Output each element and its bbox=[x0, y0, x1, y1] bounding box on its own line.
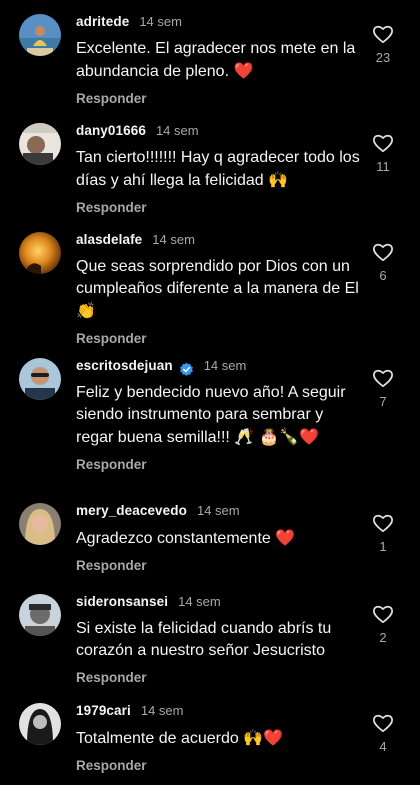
comments-list: adritede 14 sem Excelente. El agradecer … bbox=[0, 0, 420, 785]
avatar[interactable] bbox=[19, 14, 61, 56]
raised-hands-emoji: 🙌 bbox=[268, 170, 289, 189]
comment-username[interactable]: escritosdejuan bbox=[76, 358, 173, 373]
comment-text: Que seas sorprendido por Dios con un cum… bbox=[76, 258, 359, 320]
comment-time: 14 sem bbox=[152, 232, 195, 247]
comment-username[interactable]: adritede bbox=[76, 14, 129, 29]
comment-text: Feliz y bendecido nuevo año! A seguir si… bbox=[76, 384, 346, 446]
avatar[interactable] bbox=[19, 703, 61, 745]
like-count: 2 bbox=[379, 630, 387, 645]
comment-text: Totalmente de acuerdo 🙌❤️ bbox=[76, 728, 284, 747]
comment-time: 14 sem bbox=[203, 358, 247, 373]
like-heart-icon[interactable] bbox=[372, 513, 394, 533]
comment-text: Tan cierto!!!!!!! Hay q agradecer todo l… bbox=[76, 149, 360, 189]
like-count: 6 bbox=[379, 268, 387, 283]
avatar[interactable] bbox=[19, 358, 61, 400]
reply-button[interactable]: Responder bbox=[76, 91, 147, 106]
comment-time: 14 sem bbox=[140, 703, 184, 718]
like-heart-icon[interactable] bbox=[372, 604, 394, 624]
like-count: 4 bbox=[379, 739, 387, 754]
comment-username[interactable]: 1979cari bbox=[76, 703, 131, 718]
reply-button[interactable]: Responder bbox=[76, 331, 147, 346]
like-heart-icon[interactable] bbox=[372, 368, 394, 388]
reply-button[interactable]: Responder bbox=[76, 457, 147, 472]
raised-hands-heart-emoji: 🙌❤️ bbox=[243, 728, 284, 747]
like-count: 23 bbox=[375, 50, 391, 65]
avatar[interactable] bbox=[19, 123, 61, 165]
comment-text: Si existe la felicidad cuando abrís tu c… bbox=[76, 620, 332, 659]
heart-emoji: ❤️ bbox=[233, 61, 254, 80]
like-heart-icon[interactable] bbox=[372, 133, 394, 153]
comment-username[interactable]: dany01666 bbox=[76, 123, 146, 138]
avatar[interactable] bbox=[19, 232, 61, 274]
reply-button[interactable]: Responder bbox=[76, 758, 147, 773]
comment-username[interactable]: alasdelafe bbox=[76, 232, 142, 247]
like-count: 7 bbox=[379, 394, 387, 409]
like-count: 11 bbox=[376, 159, 390, 174]
comment-time: 14 sem bbox=[178, 594, 221, 609]
comment-time: 14 sem bbox=[196, 503, 240, 518]
comment-text: Excelente. El agradecer nos mete en la a… bbox=[76, 40, 356, 80]
reply-button[interactable]: Responder bbox=[76, 670, 147, 685]
comment-username[interactable]: sideronsansei bbox=[76, 594, 168, 609]
comment-time: 14 sem bbox=[139, 14, 182, 29]
like-heart-icon[interactable] bbox=[372, 242, 394, 262]
comment-time: 14 sem bbox=[155, 123, 199, 138]
like-heart-icon[interactable] bbox=[372, 713, 394, 733]
comment-username[interactable]: mery_deacevedo bbox=[76, 503, 187, 518]
clapping-hands-emoji: 👏 bbox=[76, 301, 96, 320]
heart-emoji: ❤️ bbox=[275, 528, 296, 547]
avatar[interactable] bbox=[19, 594, 61, 636]
avatar[interactable] bbox=[19, 503, 61, 545]
verified-badge-icon bbox=[179, 362, 193, 376]
like-heart-icon[interactable] bbox=[372, 24, 394, 44]
comment-text: Agradezco constantemente ❤️ bbox=[76, 528, 296, 547]
celebration-emojis: 🥂 🎂🍾❤️ bbox=[234, 427, 320, 446]
reply-button[interactable]: Responder bbox=[76, 558, 147, 573]
reply-button[interactable]: Responder bbox=[76, 200, 147, 215]
like-count: 1 bbox=[379, 539, 387, 554]
